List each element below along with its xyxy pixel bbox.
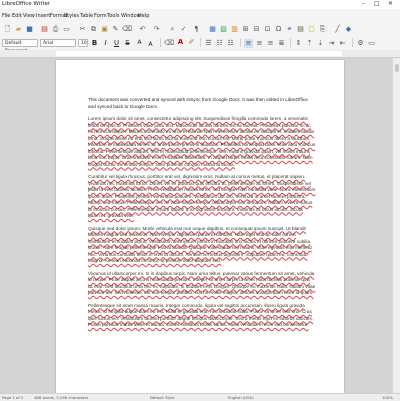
menu-form[interactable]: Form [94, 13, 107, 19]
menu-styles[interactable]: Styles [64, 13, 79, 19]
clear-formatting-icon[interactable]: ⌫ [122, 25, 132, 34]
bullet-list-icon[interactable]: ☰ [204, 39, 213, 48]
paragraph-dialog-icon[interactable]: ▭ [367, 39, 376, 48]
insert-line-icon[interactable]: ╱ [333, 25, 342, 34]
numbered-list-icon[interactable]: ☷ [215, 39, 224, 48]
strikethrough-button[interactable]: S [123, 39, 132, 48]
document-body[interactable]: This document was converted and synced w… [88, 97, 316, 335]
paragraph-style-select[interactable]: Default Paragraph Style [2, 39, 38, 62]
vertical-scrollbar[interactable] [392, 58, 400, 394]
print-preview-icon[interactable]: ▭ [62, 25, 71, 34]
toolbar-separator [290, 38, 291, 47]
close-button[interactable]: ✕ [388, 0, 393, 7]
new-document-icon[interactable]: 🗋 [3, 25, 12, 34]
window-title: LibreOffice Writer [2, 1, 51, 7]
toolbar-separator [200, 38, 201, 47]
paragraph[interactable]: Quisque sed dolor ipsum. Morbi vehicula … [88, 226, 316, 265]
find-replace-icon[interactable]: ⌕ [168, 25, 177, 34]
save-icon[interactable]: ■ [25, 25, 34, 34]
increase-paragraph-spacing-icon[interactable]: ⇡ [305, 39, 314, 48]
toolbar-separator [240, 38, 241, 47]
insert-chart-icon[interactable]: ▥ [230, 25, 239, 34]
toolbar-separator [352, 38, 353, 47]
paragraph[interactable]: Curabitur vel ligula rhoncus, porttitor … [88, 174, 316, 220]
align-left-icon[interactable]: ≡ [244, 39, 253, 48]
italic-button[interactable]: I [101, 39, 110, 48]
menu-help[interactable]: Help [138, 13, 149, 19]
standard-toolbar: 🗋 ▰ ■ ▤ ⎙ ▭ ✂ ⧉ ▣ ✎ ⌫ ↶ ↷ ⌕ ✓ ¶ ▦ ▨ ▥ ⊞ … [0, 23, 400, 36]
styles-sidebar-icon[interactable]: ⚙ [356, 39, 365, 48]
status-page-style[interactable]: Default Style [150, 395, 175, 400]
comment-icon[interactable]: ▢ [307, 25, 316, 34]
paragraph[interactable]: This document was converted and synced w… [88, 97, 316, 110]
menu-edit[interactable]: Edit [12, 13, 22, 19]
clear-direct-formatting-icon[interactable]: ⌫ [164, 39, 174, 48]
status-page[interactable]: Page 1 of 2 [2, 395, 23, 400]
undo-icon[interactable]: ↶ [138, 25, 147, 34]
menu-table[interactable]: Table [80, 13, 93, 19]
insert-special-character-icon[interactable]: Ω [274, 25, 283, 34]
menu-view[interactable]: View [23, 13, 35, 19]
paragraph[interactable]: Vivamus id ullamcorper mi. In in dapibus… [88, 271, 316, 297]
menu-insert[interactable]: Insert [36, 13, 50, 19]
footnote-icon[interactable]: ▤ [296, 25, 305, 34]
hyperlink-icon[interactable]: ⚭ [285, 25, 294, 34]
increase-indent-icon[interactable]: ⇥ [327, 39, 336, 48]
decrease-paragraph-spacing-icon[interactable]: ⇣ [316, 39, 325, 48]
paste-icon[interactable]: ▣ [100, 25, 109, 34]
menu-tools[interactable]: Tools [107, 13, 119, 19]
line-spacing-icon[interactable]: ⇕ [294, 39, 303, 48]
paragraph[interactable]: Lorem ipsum dolor sit amet, consectetur … [88, 116, 316, 168]
superscript-button[interactable]: A [135, 38, 144, 47]
insert-image-icon[interactable]: ▨ [219, 25, 228, 34]
insert-field-icon[interactable]: ⊡ [263, 25, 272, 34]
font-color-icon[interactable]: A [176, 38, 185, 47]
status-word-count[interactable]: 486 words, 3,196 characters [34, 395, 88, 400]
justify-icon[interactable]: ≣ [277, 39, 286, 48]
export-pdf-icon[interactable]: ▤ [40, 25, 49, 34]
title-bar: LibreOffice Writer – □ ✕ [0, 0, 400, 9]
spelling-icon[interactable]: ✓ [179, 25, 188, 34]
font-name-select[interactable]: Arial [40, 39, 76, 47]
scrollbar-thumb[interactable] [395, 64, 399, 72]
insert-page-break-icon[interactable]: ⊟ [252, 25, 261, 34]
status-language[interactable]: English (USA) [228, 395, 254, 400]
highlight-color-icon[interactable]: ✐ [187, 38, 196, 47]
menu-file[interactable]: File [2, 13, 10, 19]
insert-table-icon[interactable]: ▦ [208, 25, 217, 34]
print-icon[interactable]: ⎙ [51, 25, 60, 34]
insert-text-box-icon[interactable]: ⊞ [241, 25, 250, 34]
paragraph[interactable]: Pellentesque sit amet massa mauris. Inte… [88, 303, 316, 329]
copy-icon[interactable]: ⧉ [89, 25, 98, 34]
redo-icon[interactable]: ↷ [152, 25, 161, 34]
font-size-select[interactable]: 10 [78, 39, 88, 47]
status-zoom[interactable]: 100% [382, 395, 393, 400]
cut-icon[interactable]: ✂ [78, 25, 87, 34]
align-right-icon[interactable]: ≡ [266, 39, 275, 48]
outline-icon[interactable]: ☳ [226, 39, 235, 48]
document-page[interactable]: This document was converted and synced w… [56, 60, 344, 394]
track-changes-icon[interactable]: ⎘ [318, 25, 327, 34]
minimize-button[interactable]: – [362, 0, 365, 7]
align-center-icon[interactable]: ≡ [255, 39, 264, 48]
underline-button[interactable]: U [112, 39, 121, 48]
horizontal-ruler[interactable] [0, 50, 400, 58]
decrease-indent-icon[interactable]: ⇤ [338, 39, 347, 48]
maximize-button[interactable]: □ [374, 0, 380, 7]
ruler-active-area [56, 51, 342, 56]
clone-formatting-icon[interactable]: ✎ [111, 25, 120, 34]
basic-shapes-icon[interactable]: ◆ [344, 25, 353, 34]
toolbar-separator [160, 38, 161, 47]
subscript-button[interactable]: A [146, 40, 155, 49]
bold-button[interactable]: B [90, 39, 99, 48]
open-icon[interactable]: ▰ [14, 25, 23, 34]
formatting-marks-icon[interactable]: ¶ [192, 25, 201, 34]
menu-bar: File Edit View Insert Format Styles Tabl… [0, 9, 400, 23]
